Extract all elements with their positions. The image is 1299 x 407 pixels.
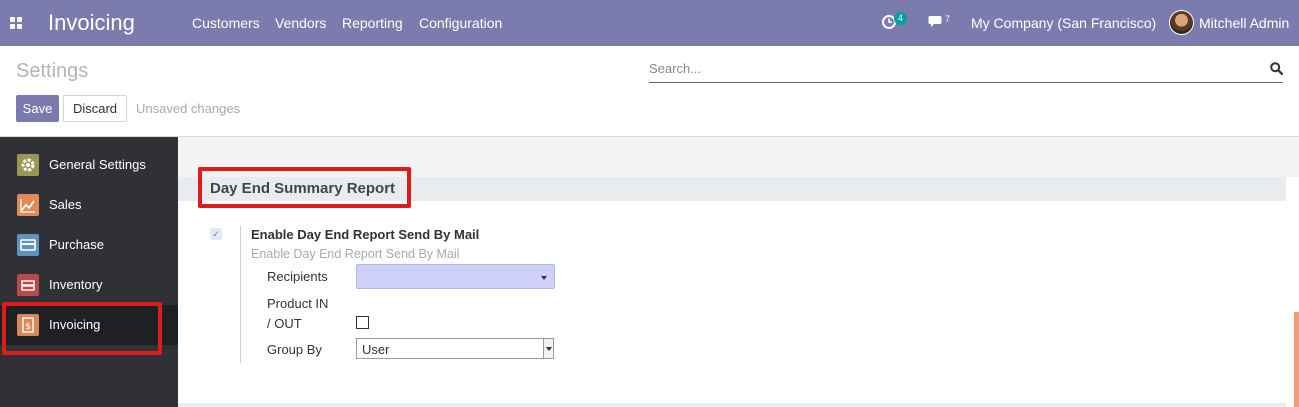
group-by-label: Group By — [267, 342, 322, 357]
control-panel: Settings Save Discard Unsaved changes — [0, 46, 1299, 137]
sidebar-item-label: Purchase — [49, 237, 104, 252]
sidebar-item-sales[interactable]: Sales — [0, 185, 178, 225]
sidebar-item-label: Inventory — [49, 277, 103, 292]
boxes-icon — [17, 274, 39, 296]
search-bar[interactable] — [649, 58, 1284, 83]
product-inout-checkbox[interactable] — [356, 316, 369, 329]
option-title: Enable Day End Report Send By Mail — [251, 227, 480, 242]
select-arrow[interactable] — [543, 339, 553, 358]
unsaved-changes-status: Unsaved changes — [136, 101, 241, 116]
chevron-down-icon — [546, 347, 552, 351]
product-inout-label-cont: / OUT — [267, 316, 302, 331]
settings-sidebar: General Settings Sales Purchase Inventor… — [0, 137, 178, 407]
top-navbar: Invoicing Customers Vendors Reporting Co… — [0, 0, 1299, 46]
next-section-band — [178, 403, 1286, 407]
user-menu[interactable]: Mitchell Admin — [1199, 15, 1289, 31]
gear-icon — [17, 154, 39, 176]
search-icon[interactable] — [1270, 62, 1284, 78]
settings-content: Day End Summary Report ✓ Enable Day End … — [178, 137, 1299, 407]
menu-configuration[interactable]: Configuration — [419, 15, 502, 31]
app-title: Invoicing — [48, 10, 135, 35]
scrollbar[interactable] — [1294, 312, 1299, 407]
option-help-text: Enable Day End Report Send By Mail — [251, 247, 460, 261]
highlight-box — [198, 167, 411, 208]
apps-grid-icon[interactable] — [10, 17, 22, 29]
sidebar-item-label: Sales — [49, 197, 82, 212]
group-by-select[interactable]: User — [356, 338, 554, 359]
highlight-box — [2, 302, 162, 355]
menu-vendors[interactable]: Vendors — [275, 15, 326, 31]
user-avatar[interactable] — [1169, 10, 1194, 35]
chevron-down-icon — [541, 276, 547, 280]
sidebar-item-label: General Settings — [49, 157, 146, 172]
activity-badge: 4 — [894, 12, 908, 25]
discard-button[interactable]: Discard — [63, 95, 127, 122]
search-input[interactable] — [649, 61, 1249, 76]
credit-card-icon — [17, 234, 39, 256]
product-inout-label: Product IN — [267, 296, 329, 311]
recipients-field[interactable] — [356, 264, 555, 289]
menu-reporting[interactable]: Reporting — [342, 15, 403, 31]
company-switcher[interactable]: My Company (San Francisco) — [971, 15, 1156, 31]
sidebar-item-inventory[interactable]: Inventory — [0, 265, 178, 305]
enable-day-end-checkbox[interactable]: ✓ — [210, 228, 222, 240]
save-button[interactable]: Save — [16, 95, 59, 122]
divider — [240, 226, 241, 363]
menu-customers[interactable]: Customers — [192, 15, 260, 31]
group-by-value: User — [362, 342, 390, 357]
page-title: Settings — [16, 60, 89, 82]
messages-icon[interactable] — [928, 15, 945, 32]
sidebar-item-general-settings[interactable]: General Settings — [0, 145, 178, 185]
messages-badge: 7 — [945, 14, 951, 24]
recipients-label: Recipients — [267, 269, 328, 284]
sidebar-item-purchase[interactable]: Purchase — [0, 225, 178, 265]
chart-line-icon — [17, 194, 39, 216]
